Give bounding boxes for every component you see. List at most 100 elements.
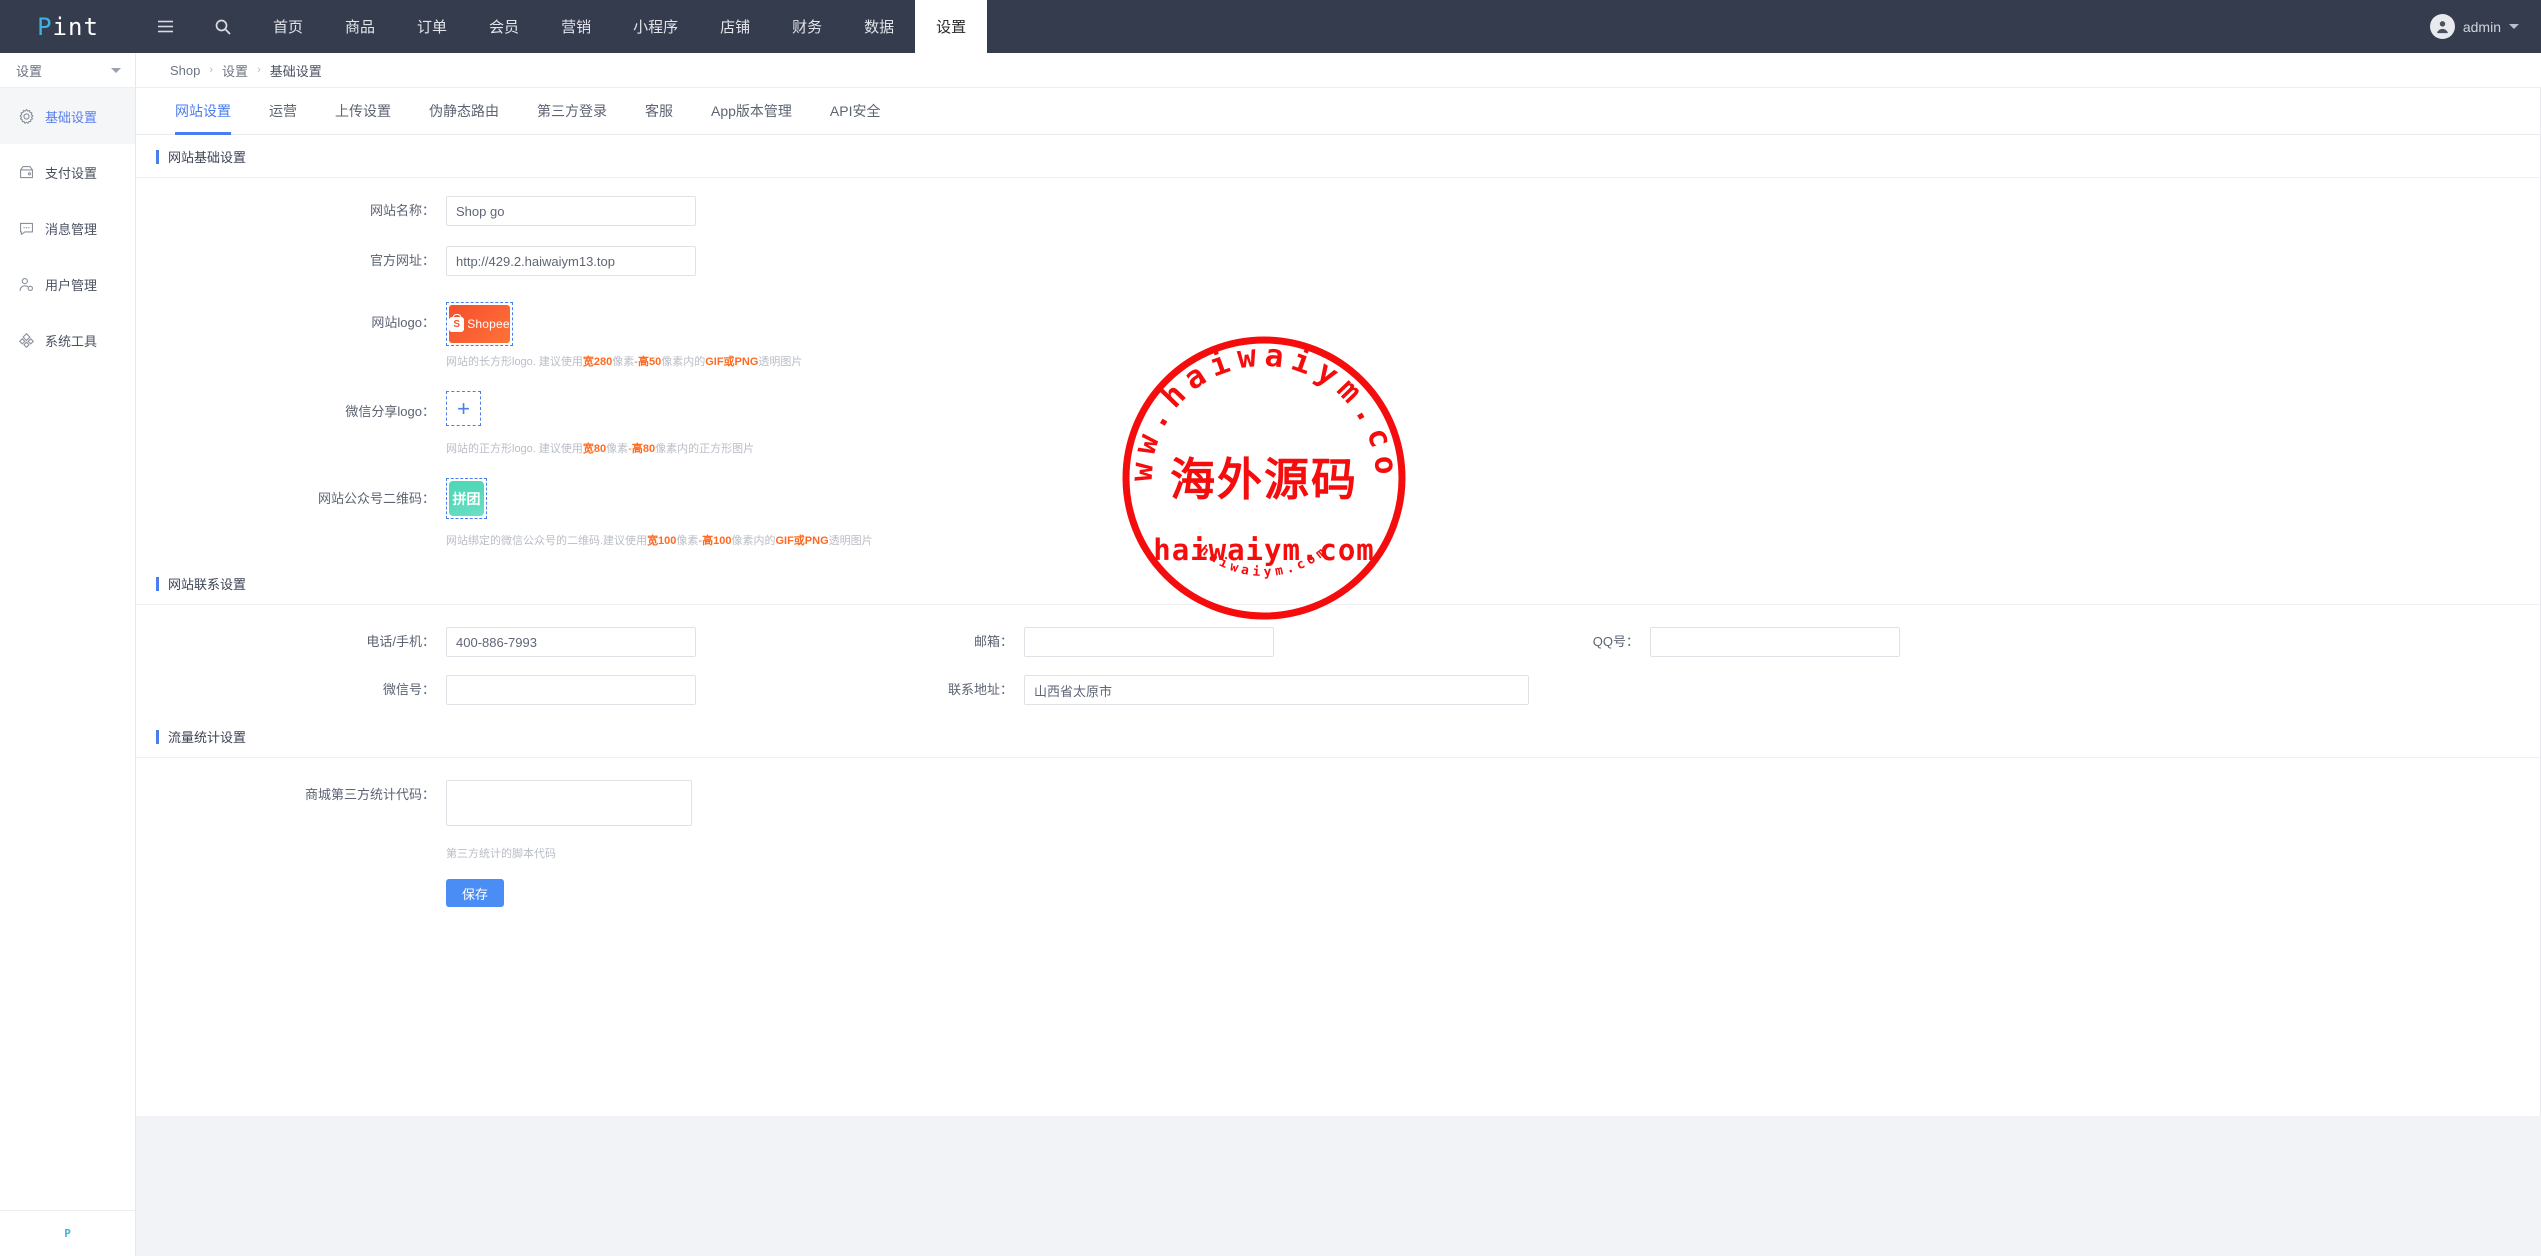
hint-mid2: 像素内的 xyxy=(731,535,775,547)
qrcode-upload[interactable]: 拼团 xyxy=(446,478,487,519)
section-title-contact-label: 网站联系设置 xyxy=(168,574,246,593)
hint-prefix: 网站的正方形logo. 建议使用 xyxy=(446,443,583,455)
hint-suffix: 像素内的正方形图片 xyxy=(655,443,754,455)
hint-suffix: 透明图片 xyxy=(829,535,873,547)
email-input[interactable] xyxy=(1024,627,1274,657)
field-row-site-name: 网站名称： xyxy=(136,196,2540,226)
user-name: admin xyxy=(2463,19,2501,35)
hint-width: 宽100 xyxy=(647,535,676,547)
qrcode-hint: 网站绑定的微信公众号的二维码.建议使用宽100像素-高100像素内的GIF或PN… xyxy=(446,519,873,548)
message-icon xyxy=(18,220,35,237)
address-input[interactable] xyxy=(1024,675,1529,705)
breadcrumb-item-shop[interactable]: Shop xyxy=(170,63,200,78)
wechat-logo-label: 微信分享logo： xyxy=(136,391,446,433)
phone-input[interactable] xyxy=(446,627,696,657)
section-title-contact: 网站联系设置 xyxy=(136,562,2540,605)
top-nav-item-财务[interactable]: 财务 xyxy=(771,0,843,53)
sidebar-header[interactable]: 设置 xyxy=(0,53,135,88)
shopee-logo-text: Shopee xyxy=(467,317,510,331)
app-logo-rest: int xyxy=(53,13,99,41)
hint-prefix: 网站的长方形logo. 建议使用 xyxy=(446,356,583,368)
field-row-wechat-logo: 微信分享logo： + 网站的正方形logo. 建议使用宽80像素-高80像素内… xyxy=(136,391,2540,456)
section-title-stats: 流量统计设置 xyxy=(136,715,2540,758)
app-logo[interactable]: Pint xyxy=(0,0,136,53)
field-phone: 电话/手机： xyxy=(136,627,696,657)
main-content: Shop › 设置 › 基础设置 www.haiwaiym.com 海外源码 xyxy=(136,53,2541,1256)
top-nav-item-小程序[interactable]: 小程序 xyxy=(612,0,699,53)
section-title-stats-label: 流量统计设置 xyxy=(168,727,246,746)
sidebar-item-label: 消息管理 xyxy=(45,219,97,238)
top-nav-item-店铺[interactable]: 店铺 xyxy=(699,0,771,53)
top-nav-menu: 首页商品订单会员营销小程序店铺财务数据设置 xyxy=(252,0,987,53)
tab-网站设置[interactable]: 网站设置 xyxy=(156,88,250,134)
tab-客服[interactable]: 客服 xyxy=(626,88,692,134)
caret-down-icon[interactable] xyxy=(111,68,121,73)
hint-mid2: 像素内的 xyxy=(661,356,705,368)
stats-code-label: 商城第三方统计代码： xyxy=(136,780,446,810)
sidebar-item-用户管理[interactable]: 用户管理 xyxy=(0,256,135,312)
chevron-down-icon[interactable] xyxy=(2509,24,2519,29)
wechat-input[interactable] xyxy=(446,675,696,705)
hamburger-icon[interactable] xyxy=(136,0,194,53)
hint-suffix: 透明图片 xyxy=(758,356,802,368)
contact-row-1: 电话/手机： 邮箱： QQ号： xyxy=(136,627,2540,657)
tab-伪静态路由[interactable]: 伪静态路由 xyxy=(410,88,518,134)
tab-API安全[interactable]: API安全 xyxy=(811,88,900,134)
site-logo-upload[interactable]: S Shopee xyxy=(446,302,513,346)
top-nav-item-首页[interactable]: 首页 xyxy=(252,0,324,53)
breadcrumb-separator: › xyxy=(257,64,261,76)
tab-上传设置[interactable]: 上传设置 xyxy=(316,88,410,134)
hint-mid: 像素 xyxy=(606,443,628,455)
hint-mid: 像素 xyxy=(676,535,698,547)
sidebar-item-支付设置[interactable]: 支付设置 xyxy=(0,144,135,200)
stats-settings-form: 商城第三方统计代码： 第三方统计的脚本代码 保存 xyxy=(136,758,2540,907)
sidebar-item-系统工具[interactable]: 系统工具 xyxy=(0,312,135,368)
field-email: 邮箱： xyxy=(908,627,1274,657)
sidebar-item-label: 系统工具 xyxy=(45,331,97,350)
top-nav-item-订单[interactable]: 订单 xyxy=(396,0,468,53)
sidebar-item-基础设置[interactable]: 基础设置 xyxy=(0,88,135,144)
field-row-site-url: 官方网址： xyxy=(136,246,2540,276)
top-navigation-bar: Pint 首页商品订单会员营销小程序店铺财务数据设置 admin xyxy=(0,0,2541,53)
basic-settings-form: 网站名称： 官方网址： 网站logo： S Shopee xyxy=(136,178,2540,548)
stats-code-textarea[interactable] xyxy=(446,780,692,826)
field-wechat: 微信号： xyxy=(136,675,696,705)
breadcrumb-item-settings[interactable]: 设置 xyxy=(222,61,248,80)
hint-height: 高100 xyxy=(702,535,731,547)
tab-运营[interactable]: 运营 xyxy=(250,88,316,134)
qq-label: QQ号： xyxy=(1534,627,1650,657)
shopee-logo-image: S Shopee xyxy=(449,305,510,343)
phone-label: 电话/手机： xyxy=(136,627,446,657)
user-settings-icon xyxy=(18,276,35,293)
gear-icon xyxy=(18,108,35,125)
site-name-input[interactable] xyxy=(446,196,696,226)
tab-第三方登录[interactable]: 第三方登录 xyxy=(518,88,626,134)
top-nav-item-会员[interactable]: 会员 xyxy=(468,0,540,53)
plus-icon: + xyxy=(457,398,470,420)
user-menu[interactable]: admin xyxy=(2430,0,2519,53)
contact-row-2: 微信号： 联系地址： xyxy=(136,675,2540,705)
breadcrumb-item-basic-settings: 基础设置 xyxy=(270,61,322,80)
wechat-logo-upload[interactable]: + xyxy=(446,391,481,426)
tools-icon xyxy=(18,332,35,349)
sidebar-item-label: 用户管理 xyxy=(45,275,97,294)
settings-card: www.haiwaiym.com 海外源码 haiwaiym.com haiwa… xyxy=(136,88,2541,1116)
qq-input[interactable] xyxy=(1650,627,1900,657)
save-button[interactable]: 保存 xyxy=(446,879,504,907)
search-icon[interactable] xyxy=(194,0,252,53)
hint-height: 高50 xyxy=(638,356,661,368)
sidebar-item-消息管理[interactable]: 消息管理 xyxy=(0,200,135,256)
top-nav-item-数据[interactable]: 数据 xyxy=(843,0,915,53)
address-label: 联系地址： xyxy=(908,675,1024,705)
tab-App版本管理[interactable]: App版本管理 xyxy=(692,88,811,134)
breadcrumb: Shop › 设置 › 基础设置 xyxy=(136,53,2541,88)
shopee-bag-icon: S xyxy=(449,317,464,332)
hint-prefix: 网站绑定的微信公众号的二维码.建议使用 xyxy=(446,535,647,547)
top-nav-item-设置[interactable]: 设置 xyxy=(915,0,987,53)
site-name-label: 网站名称： xyxy=(136,196,446,226)
breadcrumb-separator: › xyxy=(209,64,213,76)
top-nav-item-商品[interactable]: 商品 xyxy=(324,0,396,53)
top-nav-item-营销[interactable]: 营销 xyxy=(540,0,612,53)
field-row-stats-code: 商城第三方统计代码： 第三方统计的脚本代码 保存 xyxy=(136,780,2540,907)
site-url-input[interactable] xyxy=(446,246,696,276)
